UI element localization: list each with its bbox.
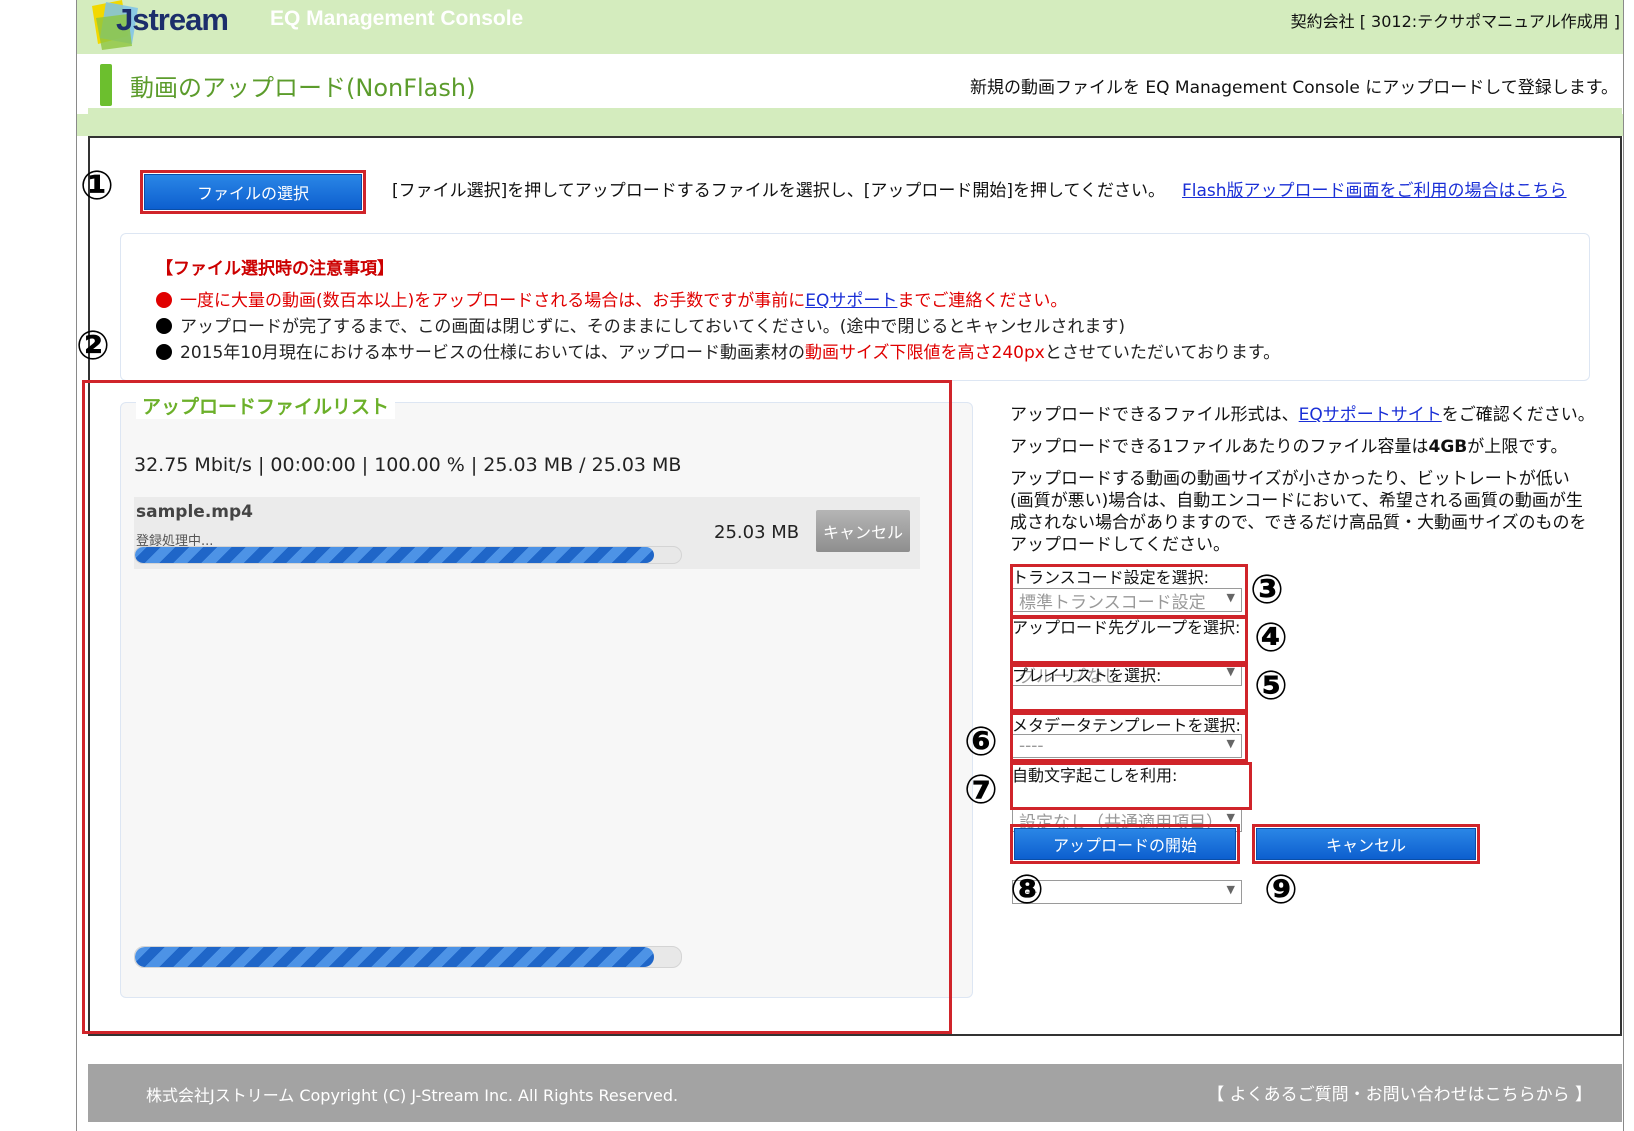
info-line-2-text: アップロードできる1ファイルあたりのファイル容量は [1010,437,1429,457]
notice-line-3: 2015年10月現在における本サービスの仕様においては、アップロード動画素材の動… [156,338,1280,363]
notice-line-1-tail: までご連絡ください。 [897,291,1068,311]
page-title: 動画のアップロード(NonFlash) [130,74,476,102]
info-line-1-text: アップロードできるファイル形式は、 [1010,405,1299,425]
eq-support-link[interactable]: EQサポート [805,291,897,311]
contract-info: 契約会社 [ 3012:テクサポマニュアル作成用 ] [1290,12,1620,31]
marker-4: ④ [1254,615,1288,661]
logo-text: Jstream [116,2,229,37]
marker-2: ② [76,323,110,369]
info-line-2-tail: が上限です。 [1467,437,1568,457]
info-line-2-bold: 4GB [1428,437,1468,457]
cancel-button[interactable]: キャンセル [1256,828,1476,860]
notice-line-2: アップロードが完了するまで、この画面は閉じずに、そのままにしておいてください。(… [156,312,1125,337]
notice-line-2-text: アップロードが完了するまで、この画面は閉じずに、そのままにしておいてください。(… [180,317,1126,337]
marker-9: ⑨ [1264,867,1298,913]
marker-1: ① [80,163,114,209]
caption-select[interactable]: --- ▼ [1012,880,1242,904]
marker-8: ⑧ [1010,867,1044,913]
marker-6: ⑥ [964,719,998,765]
title-accent-bar [100,64,112,106]
page-description: 新規の動画ファイルを EQ Management Console にアップロード… [970,78,1618,98]
highlight-upload-list [82,380,952,1034]
highlight-playlist [1010,664,1248,712]
bullet-icon [156,292,172,308]
notice-line-3-red: 動画サイズ下限値を高さ240px [805,343,1045,363]
notice-line-3-tail: とさせていただいております。 [1044,343,1281,363]
file-select-button[interactable]: ファイルの選択 [144,174,362,210]
notice-title: 【ファイル選択時の注意事項】 [156,259,394,279]
marker-7: ⑦ [964,767,998,813]
footer-copyright: 株式会社Jストリーム Copyright (C) J-Stream Inc. A… [146,1086,679,1105]
dropdown-arrow-icon: ▼ [1226,883,1235,896]
eq-support-site-link[interactable]: EQサポートサイト [1299,405,1442,425]
console-title: EQ Management Console [270,7,524,30]
notice-line-1-text: 一度に大量の動画(数百本以上)をアップロードされる場合は、お手数ですが事前に [180,291,806,311]
info-line-1: アップロードできるファイル形式は、EQサポートサイトをご確認ください。 [1010,404,1595,426]
marker-3: ③ [1250,567,1284,613]
highlight-group [1010,616,1248,664]
notice-line-1: 一度に大量の動画(数百本以上)をアップロードされる場合は、お手数ですが事前にEQ… [156,286,1067,311]
green-band [77,114,1623,136]
marker-5: ⑤ [1254,663,1288,709]
info-line-1-tail: をご確認ください。 [1441,405,1595,425]
dropdown-arrow-icon: ▼ [1226,811,1235,824]
footer-faq-link[interactable]: 【 よくあるご質問・お問い合わせはこちらから 】 [1207,1080,1592,1105]
info-line-2: アップロードできる1ファイルあたりのファイル容量は4GBが上限です。 [1010,436,1568,458]
notice-line-3-text: 2015年10月現在における本サービスの仕様においては、アップロード動画素材の [180,343,806,363]
bullet-icon [156,344,172,360]
bullet-icon [156,318,172,334]
highlight-transcode [1010,564,1248,618]
highlight-metadata [1010,712,1248,762]
info-line-3: アップロードする動画の動画サイズが小さかったり、ビットレートが低い(画質が悪い)… [1010,469,1587,555]
upload-start-button[interactable]: アップロードの開始 [1014,828,1236,860]
highlight-caption [1010,762,1252,810]
flash-version-link[interactable]: Flash版アップロード画面をご利用の場合はこちら [1182,176,1567,201]
instruction-text: [ファイル選択]を押してアップロードするファイルを選択し、[アップロード開始]を… [392,181,1165,201]
